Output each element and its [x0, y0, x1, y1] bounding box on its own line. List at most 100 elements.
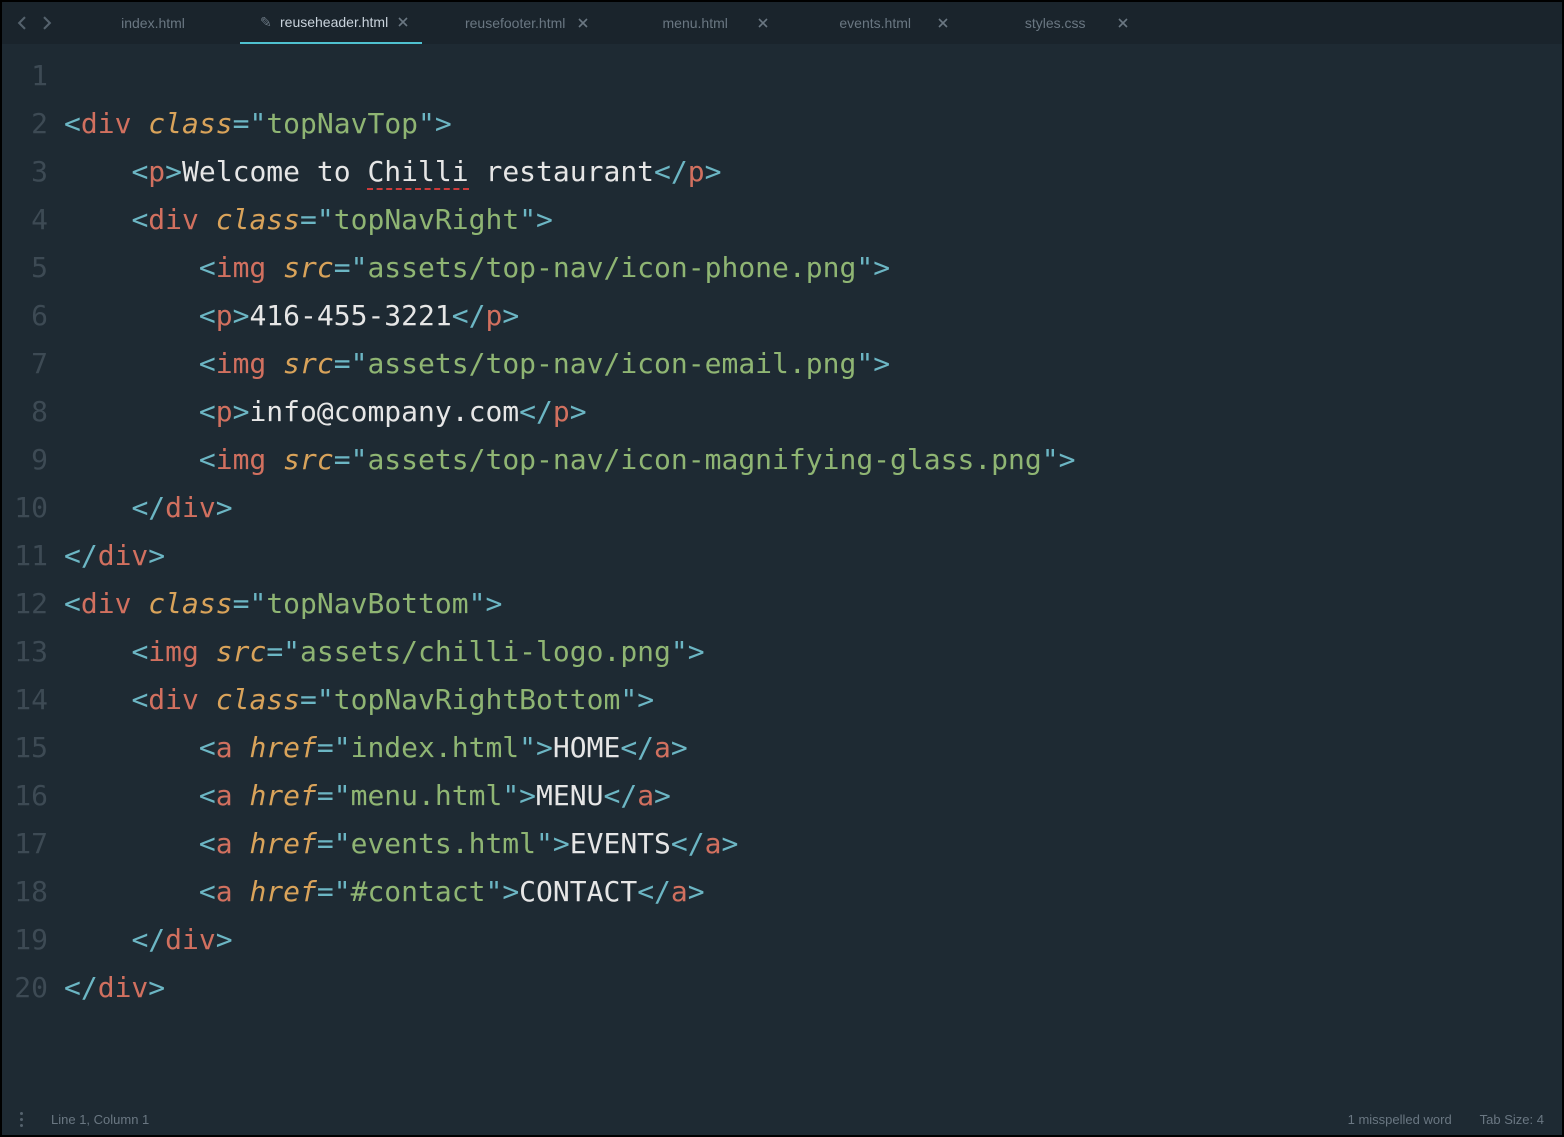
token-text: 416-455-3221 [249, 299, 451, 332]
code-line[interactable]: </div> [64, 964, 1562, 1012]
token-punc: > [688, 875, 705, 908]
token-punc: < [131, 155, 148, 188]
token-tag: p [148, 155, 165, 188]
token-punc: < [64, 107, 81, 140]
token-text: Chilli [367, 155, 468, 190]
token-punc: " [502, 779, 519, 812]
code-line[interactable]: <img src="assets/chilli-logo.png"> [64, 628, 1562, 676]
token-tag: div [165, 923, 216, 956]
nav-forward-button[interactable] [34, 9, 60, 37]
token-punc: < [199, 299, 216, 332]
cursor-position[interactable]: Line 1, Column 1 [51, 1112, 149, 1127]
code-line[interactable]: <img src="assets/top-nav/icon-magnifying… [64, 436, 1562, 484]
line-number: 2 [2, 100, 48, 148]
token-punc: " [620, 683, 637, 716]
token-attr: src [283, 347, 334, 380]
chevron-right-icon [42, 16, 53, 30]
dirty-indicator-icon: ✎ [260, 14, 280, 31]
token-punc: > [688, 635, 705, 668]
token-punc: > [721, 827, 738, 860]
close-tab-button[interactable] [928, 15, 948, 31]
token-text [64, 203, 131, 236]
code-line[interactable]: <a href="menu.html">MENU</a> [64, 772, 1562, 820]
close-tab-button[interactable] [388, 14, 408, 30]
token-tag: a [216, 875, 233, 908]
token-tag: p [688, 155, 705, 188]
token-punc: " [418, 107, 435, 140]
token-punc: </ [64, 539, 98, 572]
token-attr: src [283, 251, 334, 284]
code-line[interactable] [64, 52, 1562, 100]
token-punc: </ [131, 923, 165, 956]
tab-menu-html[interactable]: menu.html [602, 2, 782, 44]
close-tab-button[interactable] [1108, 15, 1128, 31]
token-punc: = [317, 875, 334, 908]
token-punc: > [216, 491, 233, 524]
token-attr: href [249, 731, 316, 764]
token-text [131, 587, 148, 620]
token-punc: " [856, 251, 873, 284]
token-tag: p [216, 299, 233, 332]
token-punc: " [317, 683, 334, 716]
code-line[interactable]: <div class="topNavTop"> [64, 100, 1562, 148]
tab-reusefooter-html[interactable]: reusefooter.html [422, 2, 602, 44]
code-line[interactable]: <p>Welcome to Chilli restaurant</p> [64, 148, 1562, 196]
code-line[interactable]: <div class="topNavBottom"> [64, 580, 1562, 628]
code-line[interactable]: </div> [64, 484, 1562, 532]
close-tab-button[interactable] [568, 15, 588, 31]
code-line[interactable]: <a href="index.html">HOME</a> [64, 724, 1562, 772]
token-tag: div [148, 203, 199, 236]
token-punc: " [469, 587, 486, 620]
code-line[interactable]: <a href="#contact">CONTACT</a> [64, 868, 1562, 916]
code-line[interactable]: </div> [64, 916, 1562, 964]
menu-button[interactable] [20, 1112, 23, 1127]
tab-reuseheader-html[interactable]: ✎reuseheader.html [240, 2, 422, 44]
token-punc: > [148, 971, 165, 1004]
tab-styles-css[interactable]: styles.css [962, 2, 1142, 44]
token-punc: < [199, 779, 216, 812]
code-editor[interactable]: 1234567891011121314151617181920 <div cla… [2, 44, 1562, 1103]
token-punc: > [435, 107, 452, 140]
token-punc: </ [519, 395, 553, 428]
token-text [266, 251, 283, 284]
token-punc: " [249, 107, 266, 140]
nav-back-button[interactable] [8, 9, 34, 37]
token-text [64, 827, 199, 860]
code-line[interactable]: <p>416-455-3221</p> [64, 292, 1562, 340]
token-punc: > [502, 875, 519, 908]
token-punc: </ [131, 491, 165, 524]
line-number: 3 [2, 148, 48, 196]
token-string: menu.html [351, 779, 503, 812]
token-punc: < [64, 587, 81, 620]
code-line[interactable]: <img src="assets/top-nav/icon-email.png"… [64, 340, 1562, 388]
code-line[interactable]: <img src="assets/top-nav/icon-phone.png"… [64, 244, 1562, 292]
token-text: restaurant [469, 155, 654, 188]
tab-label: events.html [839, 15, 911, 31]
tab-label: reuseheader.html [280, 14, 388, 30]
code-line[interactable]: <div class="topNavRightBottom"> [64, 676, 1562, 724]
code-line[interactable]: <a href="events.html">EVENTS</a> [64, 820, 1562, 868]
code-line[interactable]: <p>info@company.com</p> [64, 388, 1562, 436]
tab-events-html[interactable]: events.html [782, 2, 962, 44]
token-text [64, 395, 199, 428]
line-number: 19 [2, 916, 48, 964]
token-attr: class [216, 683, 300, 716]
close-tab-button[interactable] [748, 15, 768, 31]
line-number: 5 [2, 244, 48, 292]
token-text: CONTACT [519, 875, 637, 908]
token-tag: div [165, 491, 216, 524]
token-text [233, 827, 250, 860]
code-content[interactable]: <div class="topNavTop"> <p>Welcome to Ch… [64, 52, 1562, 1103]
code-line[interactable]: </div> [64, 532, 1562, 580]
tab-index-html[interactable]: index.html [60, 2, 240, 44]
tab-size-status[interactable]: Tab Size: 4 [1480, 1112, 1544, 1127]
token-tag: a [671, 875, 688, 908]
code-line[interactable]: <div class="topNavRight"> [64, 196, 1562, 244]
token-punc: > [553, 827, 570, 860]
token-punc: </ [620, 731, 654, 764]
token-tag: img [148, 635, 199, 668]
token-text [64, 635, 131, 668]
token-punc: " [519, 731, 536, 764]
token-punc: > [485, 587, 502, 620]
spellcheck-status[interactable]: 1 misspelled word [1348, 1112, 1452, 1127]
